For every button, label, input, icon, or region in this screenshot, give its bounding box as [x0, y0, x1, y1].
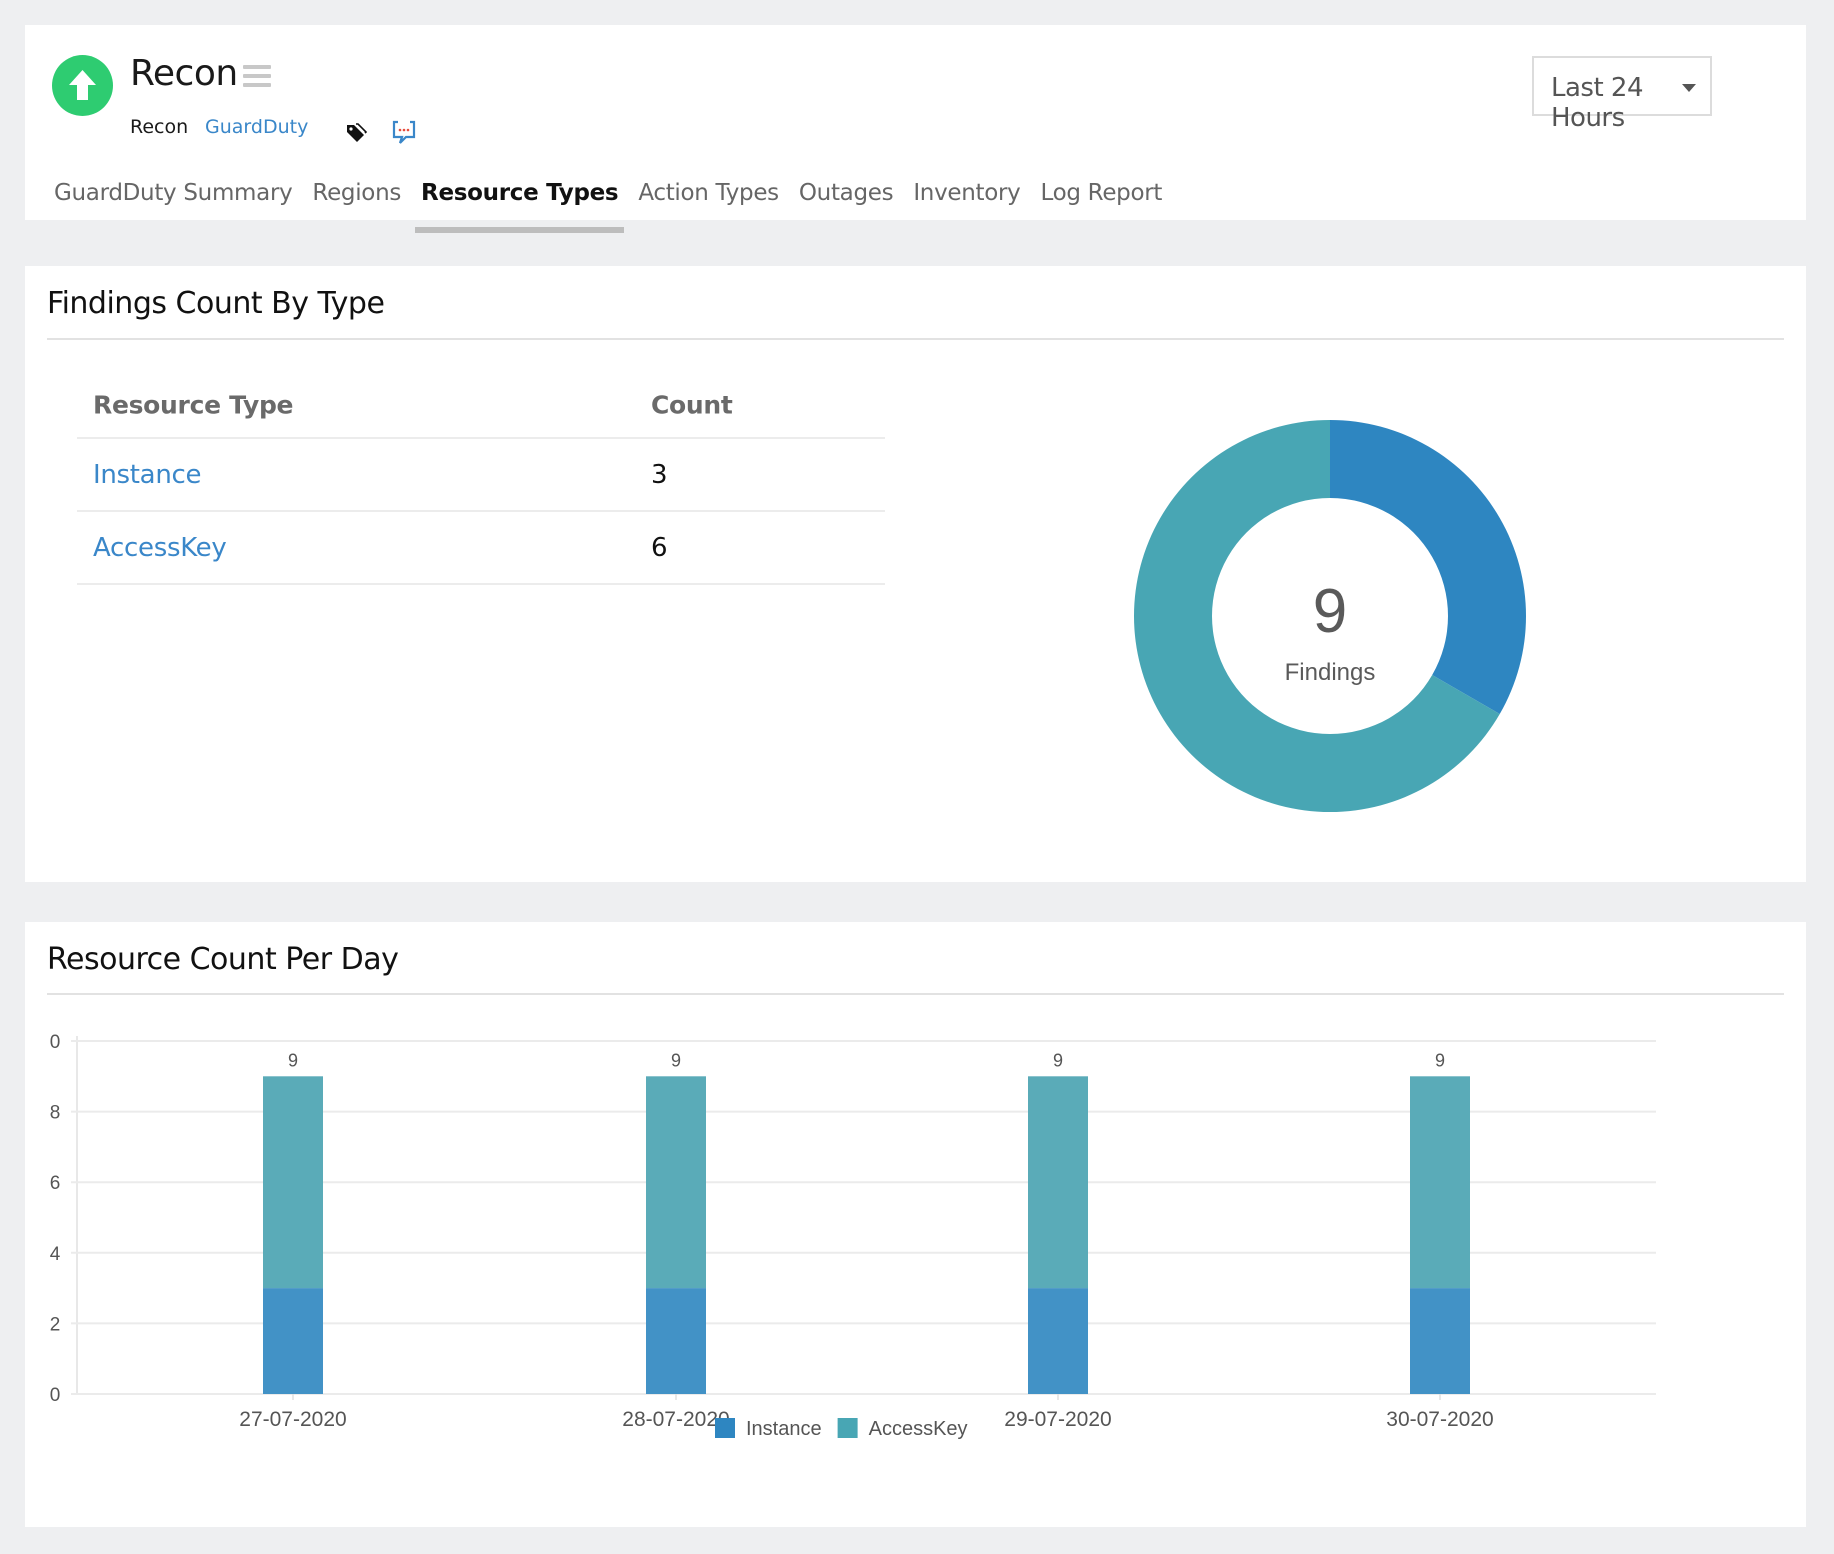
bar-accesskey[interactable]: [646, 1076, 706, 1289]
bar-total-label: 9: [1435, 1050, 1445, 1070]
bar-accesskey[interactable]: [263, 1076, 323, 1289]
x-tick-label: 30-07-2020: [1386, 1408, 1493, 1431]
donut-center-value: 9: [1313, 577, 1347, 646]
y-tick-label: 0: [50, 1032, 61, 1053]
bar-instance[interactable]: [263, 1288, 323, 1394]
findings-title: Findings Count By Type: [47, 286, 385, 321]
legend-swatch-instance: [715, 1418, 735, 1438]
tab-bar: GuardDuty Summary Regions Resource Types…: [54, 180, 1182, 233]
table-row: AccessKey 6: [77, 512, 885, 585]
bar-total-label: 9: [288, 1050, 298, 1070]
y-tick-label: 8: [50, 1103, 61, 1124]
y-tick-label: 0: [50, 1385, 61, 1406]
tab-resource-types[interactable]: Resource Types: [415, 180, 625, 233]
subtitle-label: Recon: [130, 116, 189, 138]
resource-type-link[interactable]: Instance: [93, 460, 202, 490]
tab-inventory[interactable]: Inventory: [913, 180, 1020, 212]
chevron-down-icon: [1682, 84, 1696, 92]
menu-icon[interactable]: [243, 65, 271, 87]
findings-card: Findings Count By Type Resource Type Cou…: [25, 266, 1806, 882]
bar-accesskey[interactable]: [1028, 1076, 1088, 1289]
time-range-value: Last 24 Hours: [1551, 73, 1644, 133]
bar-accesskey[interactable]: [1410, 1076, 1470, 1289]
comment-icon[interactable]: [391, 119, 417, 150]
donut-center-label: Findings: [1285, 659, 1376, 686]
header-card: Recon Recon GuardDuty GuardDuty Summary …: [25, 25, 1806, 233]
x-tick-label: 28-07-2020: [622, 1408, 729, 1431]
bar-total-label: 9: [1053, 1050, 1063, 1070]
y-tick-label: 4: [50, 1244, 61, 1265]
tab-guardduty-summary[interactable]: GuardDuty Summary: [54, 180, 293, 212]
resource-count: 6: [651, 532, 668, 563]
tab-outages[interactable]: Outages: [799, 180, 894, 212]
legend-swatch-accesskey: [837, 1418, 858, 1438]
guardduty-link[interactable]: GuardDuty: [205, 116, 308, 138]
x-tick-label: 27-07-2020: [239, 1408, 346, 1431]
header-count: Count: [651, 390, 733, 420]
legend-label-accesskey[interactable]: AccessKey: [869, 1418, 968, 1440]
bar-instance[interactable]: [646, 1288, 706, 1394]
table-header-row: Resource Type Count: [77, 373, 885, 439]
status-up-icon: [52, 55, 113, 116]
app-title: Recon: [130, 53, 238, 94]
y-tick-label: 6: [50, 1173, 61, 1194]
table-row: Instance 3: [77, 439, 885, 512]
tab-log-report[interactable]: Log Report: [1040, 180, 1162, 212]
findings-divider: [47, 338, 1784, 340]
findings-donut-chart: 9 Findings: [1134, 420, 1526, 812]
tab-regions[interactable]: Regions: [312, 180, 401, 212]
time-range-select[interactable]: Last 24 Hours: [1532, 56, 1712, 133]
bar-total-label: 9: [671, 1050, 681, 1070]
header-resource-type: Resource Type: [93, 390, 294, 420]
resource-per-day-card: Resource Count Per Day 024680 9999 27-07…: [25, 922, 1806, 1527]
resource-per-day-chart: 0 2 4 6 8 0 9 9 9 9 27-07-2020 28-07-2020 29-07-20…: [50, 1032, 1656, 1440]
findings-table: Resource Type Count Instance 3 AccessKey…: [77, 373, 885, 585]
y-tick-label: 2: [50, 1314, 61, 1335]
tab-action-types[interactable]: Action Types: [638, 180, 779, 212]
tag-icon[interactable]: [345, 122, 368, 149]
bar-instance[interactable]: [1410, 1288, 1470, 1394]
resource-type-link[interactable]: AccessKey: [93, 533, 227, 563]
resource-count: 3: [651, 459, 668, 490]
bar-instance[interactable]: [1028, 1288, 1088, 1394]
legend-label-instance[interactable]: Instance: [746, 1418, 822, 1440]
x-tick-label: 29-07-2020: [1004, 1408, 1111, 1431]
